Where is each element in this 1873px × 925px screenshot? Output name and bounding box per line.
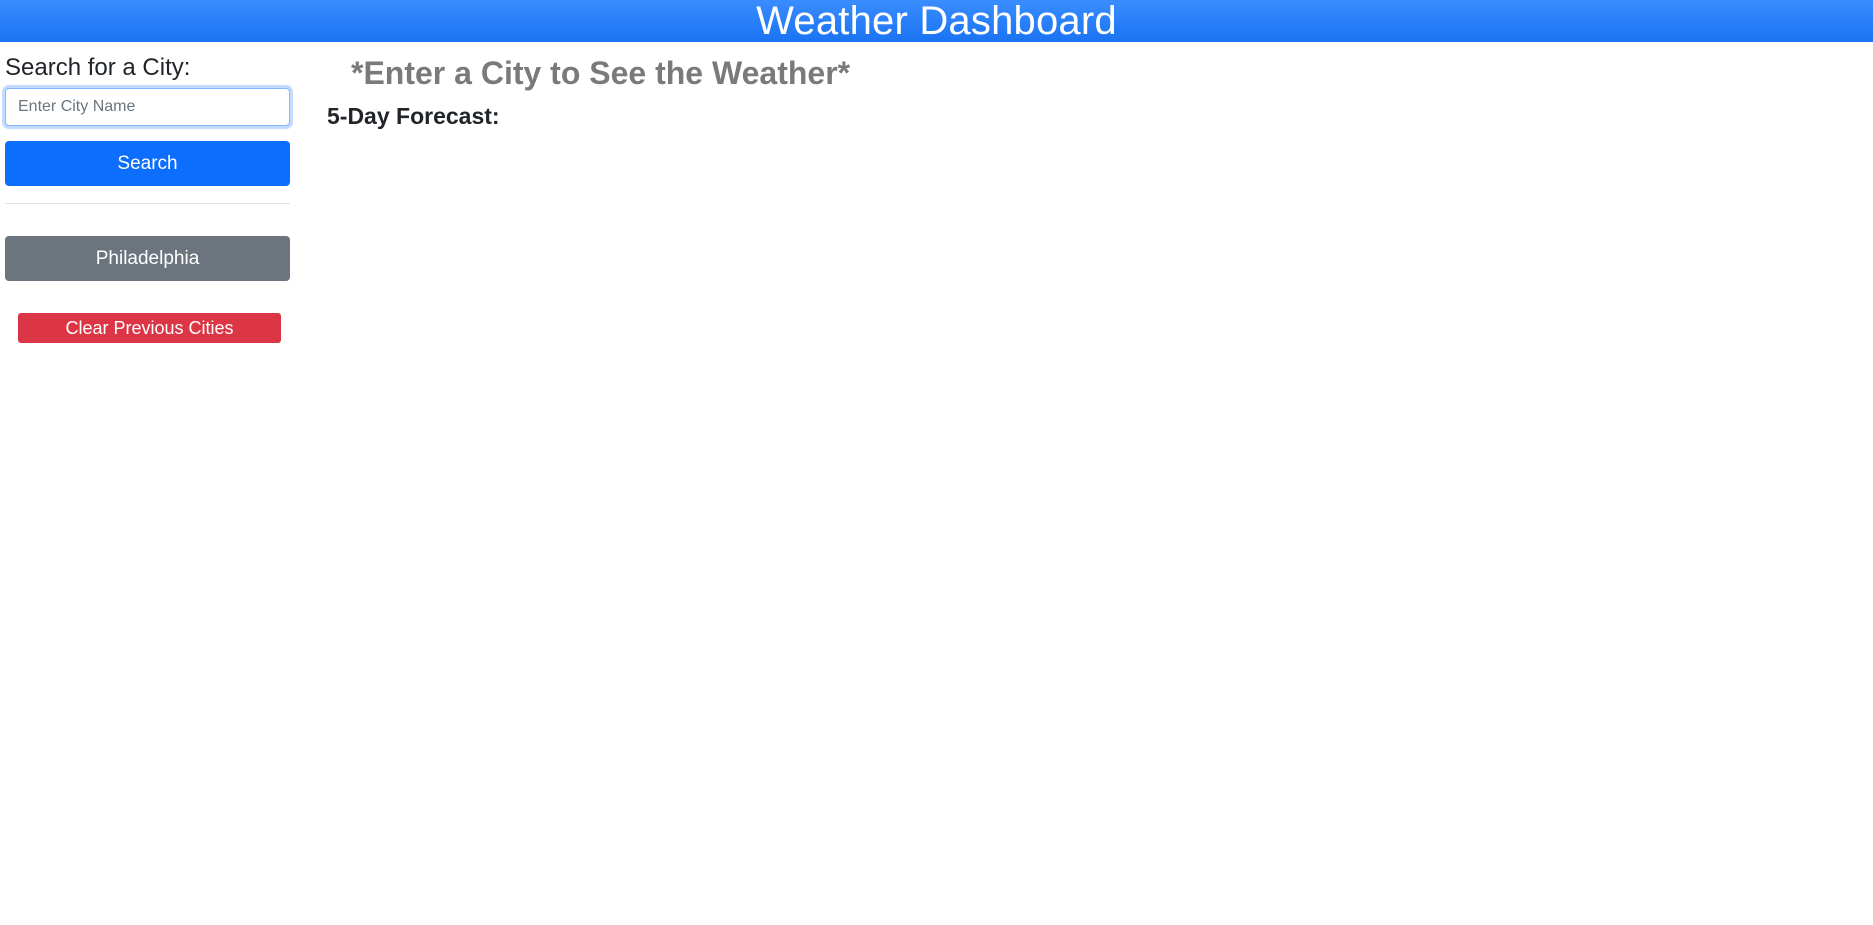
city-prompt: *Enter a City to See the Weather* (351, 55, 851, 91)
app-header: Weather Dashboard (0, 0, 1873, 42)
clear-previous-cities-button[interactable]: Clear Previous Cities (18, 313, 281, 343)
page-layout: Search for a City: Search Philadelphia C… (0, 42, 1873, 925)
search-button[interactable]: Search (5, 141, 290, 186)
forecast-title: 5-Day Forecast: (327, 103, 500, 129)
sidebar: Search for a City: Search Philadelphia C… (5, 42, 290, 343)
page-title: Weather Dashboard (756, 0, 1117, 43)
previous-city-button[interactable]: Philadelphia (5, 236, 290, 281)
divider (5, 203, 290, 204)
search-label: Search for a City: (5, 54, 191, 81)
city-search-input[interactable] (5, 88, 290, 126)
main-content: *Enter a City to See the Weather* 5-Day … (327, 42, 850, 131)
previous-cities-list: Philadelphia (5, 236, 290, 281)
